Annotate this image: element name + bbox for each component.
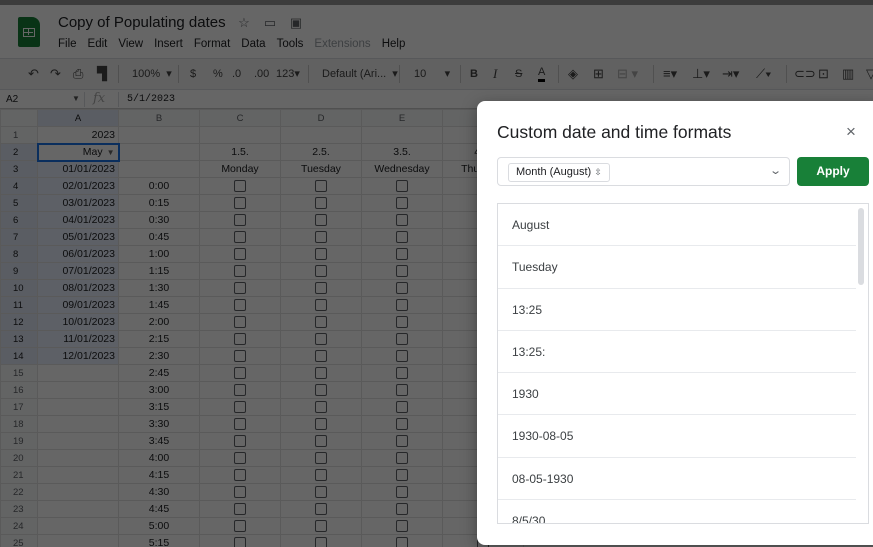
- format-option[interactable]: 08-05-1930: [498, 458, 856, 501]
- format-input[interactable]: Month (August) ⇳ ⌄: [497, 157, 790, 186]
- format-option[interactable]: 13:25: [498, 289, 856, 331]
- close-icon[interactable]: ×: [846, 122, 856, 142]
- format-option[interactable]: 1930-08-05: [498, 415, 856, 458]
- format-list: August Tuesday 13:25 13:25: 1930 1930-08-05 08…: [497, 203, 869, 524]
- format-chip-month[interactable]: Month (August) ⇳: [508, 163, 610, 182]
- chevron-down-icon[interactable]: ⌄: [769, 164, 782, 177]
- dialog-title: Custom date and time formats: [497, 122, 732, 142]
- format-option[interactable]: 13:25:: [498, 331, 856, 374]
- custom-date-time-formats-dialog: Custom date and time formats × Month (Au…: [477, 101, 873, 545]
- format-option[interactable]: 1930: [498, 373, 856, 416]
- apply-button[interactable]: Apply: [797, 157, 869, 186]
- chip-updown-icon: ⇳: [594, 167, 602, 177]
- format-option[interactable]: August: [498, 204, 856, 247]
- format-option[interactable]: 8/5/30: [498, 500, 856, 523]
- scrollbar-thumb[interactable]: [858, 208, 864, 285]
- format-option[interactable]: Tuesday: [498, 246, 856, 289]
